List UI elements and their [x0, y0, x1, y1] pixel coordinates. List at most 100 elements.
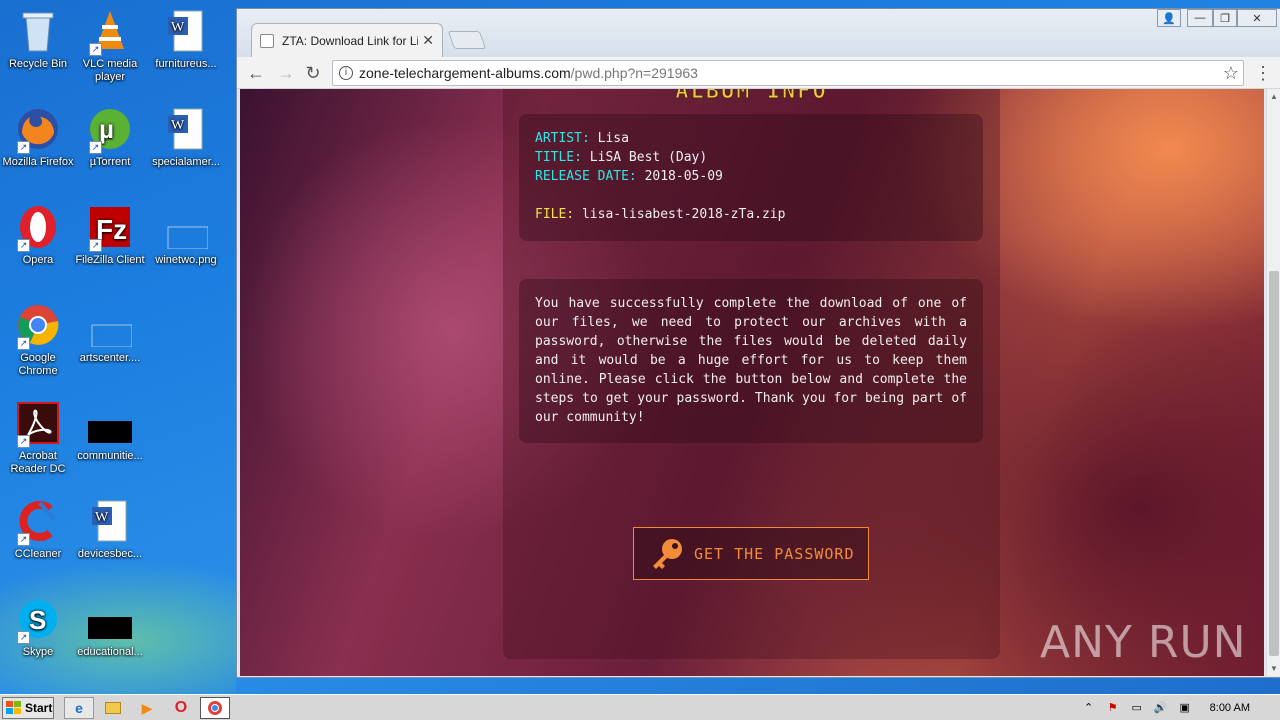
- shortcut-arrow-icon: ↗: [89, 141, 102, 154]
- bookmark-star-icon[interactable]: ☆: [1223, 61, 1239, 85]
- close-tab-icon[interactable]: ✕: [422, 32, 434, 49]
- internet-explorer-icon: e: [75, 700, 83, 716]
- chrome-icon: ↗: [15, 302, 61, 350]
- tab-title: ZTA: Download Link for Lisa: [282, 33, 419, 48]
- taskbar-explorer[interactable]: [98, 697, 128, 719]
- key-icon: [653, 538, 682, 569]
- taskbar-ie[interactable]: e: [64, 697, 94, 719]
- desktop-icon-label: µTorrent: [89, 156, 131, 168]
- scrollbar-thumb[interactable]: [1269, 271, 1279, 656]
- browser-window: ZTA: Download Link for Lisa ✕ 👤 — ❐ ✕ ← …: [236, 8, 1280, 678]
- desktop-icon-specialamer[interactable]: W specialamer...: [148, 106, 224, 169]
- desktop-icon-ccleaner[interactable]: ↗ CCleaner: [0, 498, 76, 561]
- svg-text:W: W: [95, 510, 109, 525]
- word-document-icon: W: [163, 106, 209, 152]
- display-icon[interactable]: ▣: [1178, 701, 1192, 715]
- vlc-cone-icon: ↗: [87, 8, 133, 56]
- title-label: TITLE:: [535, 150, 582, 165]
- desktop-icon-filezilla[interactable]: Fz ↗ FileZilla Client: [72, 204, 148, 267]
- firefox-icon: ↗: [15, 106, 61, 154]
- scroll-up-icon[interactable]: ▲: [1270, 92, 1278, 101]
- forward-arrow-icon[interactable]: →: [275, 62, 297, 84]
- desktop-icon-opera[interactable]: ↗ Opera: [0, 204, 76, 267]
- acrobat-icon: ↗: [15, 400, 61, 448]
- shortcut-arrow-icon: ↗: [89, 239, 102, 252]
- reload-icon[interactable]: ↻: [302, 62, 324, 84]
- clock: 8:00 AM: [1209, 702, 1250, 714]
- start-label: Start: [25, 701, 53, 715]
- shortcut-arrow-icon: ↗: [17, 141, 30, 154]
- shortcut-arrow-icon: ↗: [17, 533, 30, 546]
- desktop-icon-chrome[interactable]: ↗ Google Chrome: [0, 302, 76, 378]
- release-row: RELEASE DATE: 2018-05-09: [535, 167, 967, 186]
- desktop-icon-furnitureus[interactable]: W furnitureus...: [148, 8, 224, 71]
- desktop-icon-label: CCleaner: [14, 548, 62, 560]
- svg-text:µ: µ: [99, 114, 114, 144]
- desktop-icon-vlc[interactable]: ↗ VLC media player: [72, 8, 148, 84]
- shortcut-arrow-icon: ↗: [17, 435, 30, 448]
- desktop-icon-devicesbec[interactable]: W devicesbec...: [72, 498, 148, 561]
- opera-icon: O: [174, 699, 188, 716]
- browser-tab[interactable]: ZTA: Download Link for Lisa ✕: [251, 23, 443, 57]
- taskbar-opera[interactable]: O: [166, 697, 196, 719]
- taskbar-chrome[interactable]: [200, 697, 230, 719]
- new-tab-button[interactable]: [447, 31, 487, 49]
- album-info-heading: ALBUM INFO: [675, 89, 828, 105]
- system-tray: ⌃ ⚑ ▭ 🔊 ▣ 8:00 AM: [1082, 697, 1280, 719]
- profile-icon[interactable]: 👤: [1157, 9, 1181, 27]
- desktop-icon-label: Skype: [22, 646, 54, 658]
- desktop-icon-utorrent[interactable]: µ ↗ µTorrent: [72, 106, 148, 169]
- chrome-icon: [208, 701, 222, 715]
- desktop-icon-skype[interactable]: S ↗ Skype: [0, 596, 76, 659]
- message-box: You have successfully complete the downl…: [519, 279, 983, 443]
- tray-expand-icon[interactable]: ⌃: [1082, 701, 1096, 715]
- network-icon[interactable]: ▭: [1130, 701, 1144, 715]
- anyrun-text: ANY RUN: [1040, 617, 1247, 668]
- url-host: zone-telechargement-albums.com: [359, 65, 571, 81]
- title-value: LiSA Best (Day): [589, 150, 708, 165]
- desktop-icon-label: artscenter....: [79, 352, 141, 364]
- windows-logo-icon: [6, 701, 21, 714]
- anyrun-watermark: ANY RUN: [1040, 617, 1247, 668]
- start-button[interactable]: Start: [2, 697, 54, 719]
- ccleaner-icon: ↗: [15, 498, 61, 546]
- taskbar-media-player[interactable]: ▶: [132, 697, 162, 719]
- content-panel: ALBUM INFO ARTIST: Lisa TITLE: LiSA Best…: [503, 89, 1000, 659]
- opera-icon: ↗: [15, 204, 61, 252]
- desktop-icon-winetwo[interactable]: winetwo.png: [148, 204, 224, 267]
- action-center-flag-icon[interactable]: ⚑: [1106, 701, 1120, 715]
- desktop-icon-label: communitie...: [77, 450, 143, 462]
- release-label: RELEASE DATE:: [535, 169, 637, 184]
- browser-titlebar: ZTA: Download Link for Lisa ✕ 👤 — ❐ ✕: [237, 9, 1280, 57]
- file-label: FILE:: [535, 207, 575, 222]
- artist-row: ARTIST: Lisa: [535, 129, 967, 148]
- address-bar[interactable]: i zone-telechargement-albums.com/pwd.php…: [332, 60, 1244, 86]
- desktop-icon-artscenter[interactable]: artscenter....: [72, 302, 148, 365]
- desktop-icon-label: VLC media player: [82, 58, 138, 83]
- site-info-icon[interactable]: i: [339, 66, 353, 80]
- minimize-button[interactable]: —: [1187, 9, 1213, 27]
- desktop-icon-label: educational...: [77, 646, 143, 658]
- desktop-icon-acrobat[interactable]: ↗ Acrobat Reader DC: [0, 400, 76, 476]
- desktop-icon-label: Opera: [22, 254, 54, 266]
- back-arrow-icon[interactable]: ←: [245, 62, 267, 84]
- utorrent-icon: µ ↗: [87, 106, 133, 154]
- desktop-icon-label: Google Chrome: [18, 352, 58, 377]
- restore-button[interactable]: ❐: [1213, 9, 1237, 27]
- shortcut-arrow-icon: ↗: [89, 43, 102, 56]
- desktop-icon-recycle-bin[interactable]: Recycle Bin: [0, 8, 76, 71]
- desktop-icon-communitie[interactable]: communitie...: [72, 400, 148, 463]
- get-password-button[interactable]: GET THE PASSWORD: [633, 527, 869, 580]
- page-scrollbar[interactable]: ▲ ▼: [1266, 89, 1280, 676]
- page-favicon-icon: [260, 33, 274, 48]
- menu-kebab-icon[interactable]: ⋮: [1254, 62, 1272, 84]
- desktop-icon-firefox[interactable]: ↗ Mozilla Firefox: [0, 106, 76, 169]
- close-window-button[interactable]: ✕: [1237, 9, 1277, 27]
- svg-text:S: S: [29, 605, 46, 635]
- scroll-down-icon[interactable]: ▼: [1270, 664, 1278, 673]
- desktop-icon-label: Mozilla Firefox: [2, 156, 74, 168]
- desktop-icon-educational[interactable]: educational...: [72, 596, 148, 659]
- shortcut-arrow-icon: ↗: [17, 631, 30, 644]
- browser-toolbar: ← → ↻ i zone-telechargement-albums.com/p…: [237, 57, 1280, 89]
- volume-icon[interactable]: 🔊: [1154, 701, 1168, 715]
